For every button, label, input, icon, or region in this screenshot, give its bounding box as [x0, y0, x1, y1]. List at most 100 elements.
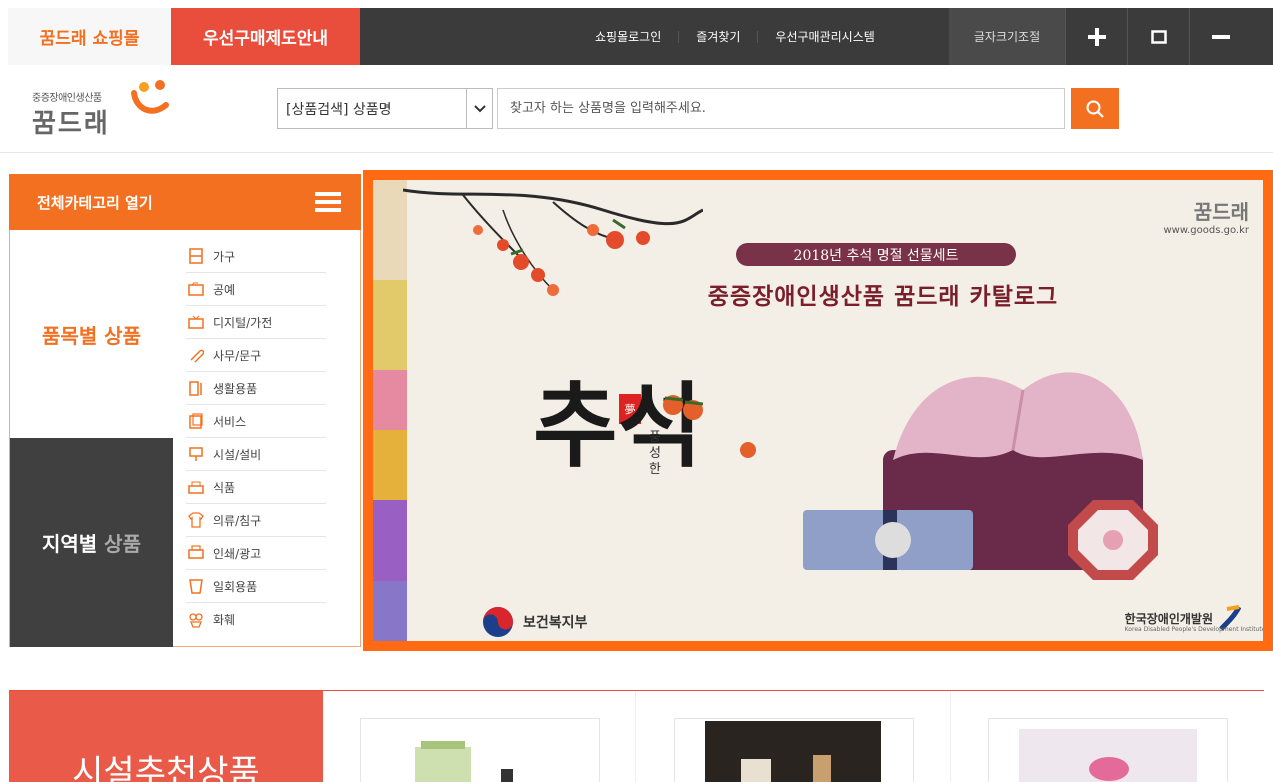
ministry-logo: 보건복지부: [481, 605, 587, 639]
logo-heart-icon: [131, 80, 169, 114]
service-icon: [188, 413, 204, 429]
divider: [950, 691, 951, 782]
food-icon: [188, 479, 204, 495]
household-icon: [188, 380, 204, 396]
recommend-section-header: 시설추천상품: [9, 691, 323, 782]
persimmons-illustration: [663, 395, 756, 458]
font-reset-button[interactable]: [1127, 8, 1189, 65]
product-card[interactable]: [988, 718, 1228, 782]
square-icon: [1150, 29, 1167, 44]
top-bar: 꿈드래 쇼핑몰 우선구매제도안내 쇼핑몰로그인 즐겨찾기 우선구매관리시스템 글…: [8, 8, 1273, 65]
gift-set-illustration: [803, 372, 1158, 580]
search-icon: [1086, 100, 1104, 118]
bookmark-link[interactable]: 즐겨찾기: [679, 30, 759, 43]
category-item-household[interactable]: 생활용품: [186, 372, 326, 405]
category-label: 디지털/가전: [213, 315, 273, 330]
banner-stripe: [373, 370, 407, 430]
top-links: 쇼핑몰로그인 즐겨찾기 우선구매관리시스템: [578, 8, 892, 65]
category-panel: 품목별 상품 지역별 상품 가구 공예 디지털/가전 사무/문구 생활용품 서비…: [9, 230, 361, 647]
category-item-clothing[interactable]: 의류/침구: [186, 504, 326, 537]
header: 중증장애인생산품 꿈드래 [상품검색] 상품명: [0, 65, 1273, 153]
category-item-flowers[interactable]: 화훼: [186, 603, 326, 636]
category-item-office[interactable]: 사무/문구: [186, 339, 326, 372]
font-increase-button[interactable]: [1065, 8, 1127, 65]
ministry-name: 보건복지부: [523, 615, 588, 631]
category-item-food[interactable]: 식품: [186, 471, 326, 504]
category-label: 공예: [213, 282, 236, 297]
tab-priority-purchase-guide[interactable]: 우선구매제도안내: [171, 8, 360, 65]
main-banner[interactable]: 2018년 추석 명절 선물세트 중증장애인생산품 꿈드래 카탈로그 꿈드래 w…: [363, 170, 1273, 651]
product-card[interactable]: [674, 718, 914, 782]
category-item-service[interactable]: 서비스: [186, 405, 326, 438]
banner-title: 중증장애인생산품 꿈드래 카탈로그: [707, 283, 1059, 310]
kepad-subtitle: Korea Disabled People's Development Inst…: [1124, 625, 1266, 633]
login-link[interactable]: 쇼핑몰로그인: [578, 30, 680, 43]
category-label: 서비스: [213, 414, 247, 429]
products-by-item-label: 품목별 상품: [42, 323, 141, 348]
search-category-select[interactable]: [상품검색] 상품명: [277, 88, 493, 129]
furniture-icon: [188, 248, 204, 264]
region-label-accent: 상품: [104, 532, 141, 556]
product-image: [705, 721, 881, 782]
kepad-logo: 한국장애인개발원 Korea Disabled People's Develop…: [1124, 605, 1263, 633]
tab-shopping-mall[interactable]: 꿈드래 쇼핑몰: [8, 8, 171, 65]
category-item-facility[interactable]: 시설/설비: [186, 438, 326, 471]
font-decrease-button[interactable]: [1189, 8, 1251, 65]
product-image: [1019, 729, 1197, 782]
all-categories-toggle[interactable]: 전체카테고리 열기: [9, 174, 361, 230]
products-by-item-tab[interactable]: 품목별 상품: [10, 230, 173, 438]
priority-purchase-system-link[interactable]: 우선구매관리시스템: [758, 31, 891, 43]
category-label: 식품: [213, 480, 236, 495]
search-category-value: [상품검색] 상품명: [286, 101, 392, 118]
product-image: [415, 741, 513, 782]
font-size-control: 글자크기조절: [949, 8, 1251, 65]
crafts-icon: [188, 281, 204, 297]
cup-icon: [188, 578, 204, 594]
category-label: 사무/문구: [213, 348, 262, 363]
site-logo[interactable]: 중증장애인생산품 꿈드래: [32, 79, 182, 139]
paperclip-icon: [188, 347, 204, 363]
region-label: 지역별: [42, 532, 98, 556]
flower-icon: [188, 612, 204, 628]
kepad-name: 한국장애인개발원: [1124, 611, 1213, 626]
category-label: 가구: [213, 249, 236, 264]
category-item-printing[interactable]: 인쇄/광고: [186, 537, 326, 570]
banner-logo-url: www.goods.go.kr: [1163, 225, 1250, 236]
category-item-crafts[interactable]: 공예: [186, 273, 326, 306]
divider: [635, 691, 636, 782]
hamburger-menu-icon: [315, 192, 341, 212]
font-size-label: 글자크기조절: [949, 8, 1065, 65]
tv-icon: [188, 314, 204, 330]
all-categories-label: 전체카테고리 열기: [37, 193, 153, 212]
products-by-region-tab[interactable]: 지역별 상품: [10, 438, 173, 647]
category-item-furniture[interactable]: 가구: [186, 240, 326, 273]
search-input[interactable]: [497, 88, 1065, 129]
banner-logo: 꿈드래 www.goods.go.kr: [1164, 196, 1250, 236]
facility-icon: [188, 446, 204, 462]
category-label: 인쇄/광고: [213, 546, 262, 561]
banner-stripe: [373, 180, 407, 280]
logo-tagline: 중증장애인생산품: [32, 93, 102, 104]
category-label: 화훼: [213, 613, 236, 627]
banner-logo-name: 꿈드래: [1193, 200, 1249, 224]
category-label: 시설/설비: [213, 447, 262, 462]
shirt-icon: [188, 512, 204, 528]
category-label: 일회용품: [213, 579, 258, 594]
category-list: 가구 공예 디지털/가전 사무/문구 생활용품 서비스 시설/설비 식품 의류/…: [186, 240, 326, 636]
banner-stripe: [373, 430, 407, 500]
category-label: 생활용품: [213, 381, 258, 396]
product-card[interactable]: [360, 718, 600, 782]
logo-brand: 꿈드래: [32, 109, 110, 139]
search-button[interactable]: [1071, 88, 1119, 129]
recommend-title: 시설추천상품: [72, 753, 260, 782]
banner-badge: 2018년 추석 명절 선물세트: [736, 243, 1016, 266]
banner-stripe: [373, 581, 407, 641]
category-label: 의류/침구: [213, 513, 262, 528]
chevron-down-icon: [466, 89, 492, 128]
category-item-digital[interactable]: 디지털/가전: [186, 306, 326, 339]
taegeuk-icon: [483, 607, 513, 637]
banner-stripe: [373, 280, 407, 370]
banner-stripe: [373, 500, 407, 581]
category-item-disposable[interactable]: 일회용품: [186, 570, 326, 603]
minus-icon: [1211, 34, 1230, 39]
